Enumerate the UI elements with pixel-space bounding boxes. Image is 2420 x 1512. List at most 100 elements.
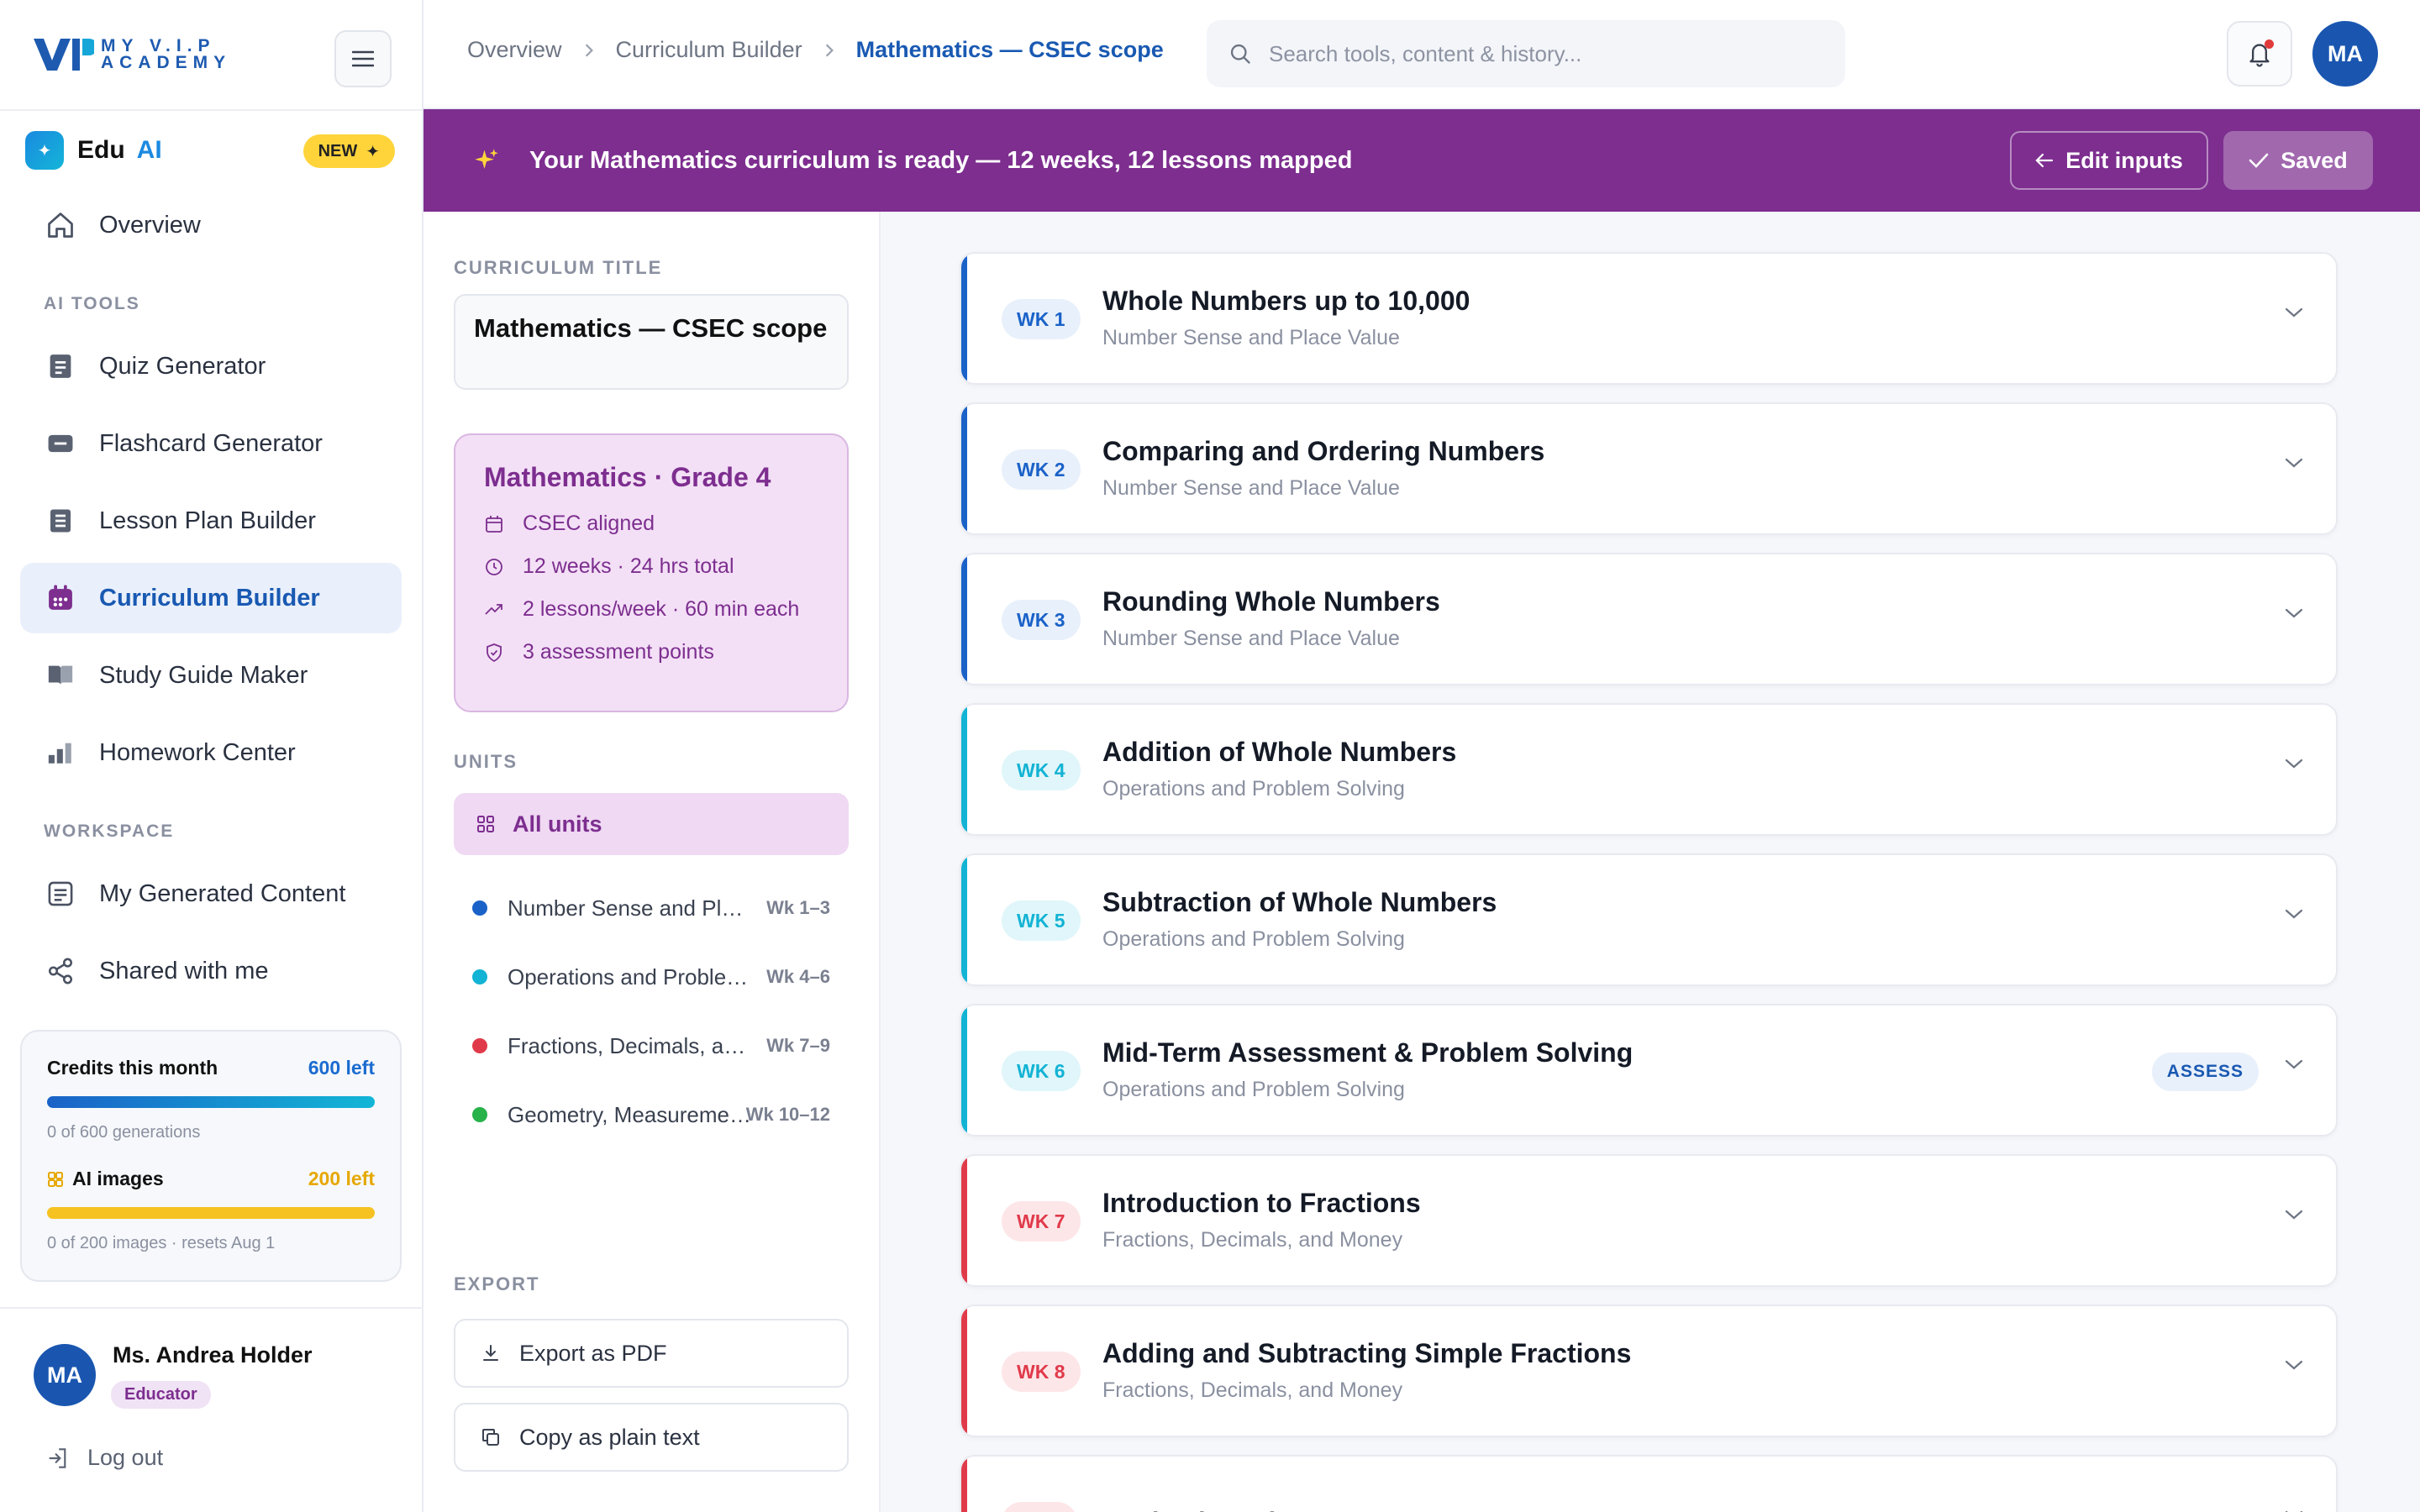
nav-homework-center[interactable]: Homework Center: [20, 717, 402, 788]
edit-inputs-button[interactable]: Edit inputs: [2010, 131, 2208, 190]
week-card[interactable]: WK 8 Adding and Subtracting Simple Fracti…: [960, 1305, 2338, 1437]
nav-my-generated-content[interactable]: My Generated Content: [20, 858, 402, 929]
logout-icon: [49, 1447, 66, 1468]
unit-weeks: Wk 4–6: [766, 966, 830, 987]
nav-quiz-generator[interactable]: Quiz Generator: [20, 331, 402, 402]
copy-text-button[interactable]: Copy as plain text: [454, 1403, 849, 1472]
notifications-button[interactable]: [2227, 21, 2292, 87]
nav-lesson-plan-builder[interactable]: Lesson Plan Builder: [20, 486, 402, 556]
curriculum-title-field[interactable]: Mathematics — CSEC scope: [454, 294, 849, 390]
week-card[interactable]: WK 7 Introduction to Fractions Fractions, …: [960, 1154, 2338, 1287]
unit-weeks: Wk 7–9: [766, 1035, 830, 1056]
ai-images-title-row: AI images: [47, 1168, 164, 1190]
nav-study-guide-label: Study Guide Maker: [99, 661, 308, 689]
week-card[interactable]: Decimals and Money: [960, 1455, 2338, 1512]
chevron-right-icon: [585, 43, 593, 57]
ai-images-left: 200 left: [308, 1168, 375, 1189]
credits-left: 600 left: [308, 1057, 375, 1079]
eduai-header[interactable]: ✦ Edu AI NEW ✦: [25, 131, 395, 170]
chevron-down-icon: [2285, 458, 2303, 468]
week-badge: WK 5: [1002, 900, 1081, 941]
week-card[interactable]: WK 2 Comparing and Ordering Numbers Number…: [960, 402, 2338, 535]
nav-overview-label: Overview: [99, 211, 201, 239]
week-accent-bar: [961, 554, 967, 684]
flashcard-icon: [44, 427, 77, 460]
expand-toggle[interactable]: [2284, 456, 2304, 470]
logo-row: MY V.I.P ACADEMY: [0, 0, 422, 111]
search-input[interactable]: [1269, 40, 1807, 67]
week-unit: Fractions, Decimals, and Money: [1102, 1228, 1403, 1252]
hamburger-icon: [352, 50, 374, 67]
saved-button[interactable]: Saved: [2223, 131, 2373, 190]
nav-generated-content-label: My Generated Content: [99, 879, 346, 907]
week-accent-bar: [961, 404, 967, 533]
unit-color-dot: [472, 900, 487, 916]
assess-badge: ASSESS: [2151, 1053, 2259, 1091]
week-card[interactable]: WK 1 Whole Numbers up to 10,000 Number Sen…: [960, 252, 2338, 385]
grid-icon: [48, 1171, 63, 1187]
workspace-label: WORKSPACE: [44, 822, 175, 841]
week-card[interactable]: WK 4 Addition of Whole Numbers Operations …: [960, 703, 2338, 836]
vip-logo-icon: [34, 39, 94, 71]
breadcrumb-overview[interactable]: Overview: [467, 37, 562, 63]
nav-shared-with-me[interactable]: Shared with me: [20, 936, 402, 1006]
ai-images-sub: 0 of 200 images · resets Aug 1: [47, 1234, 276, 1252]
week-card[interactable]: WK 6 Mid-Term Assessment & Problem Solvin…: [960, 1004, 2338, 1137]
lesson-plan-icon: [44, 504, 77, 538]
brand-line-2: ACADEMY: [101, 53, 232, 72]
nav-flashcard-generator[interactable]: Flashcard Generator: [20, 408, 402, 479]
breadcrumb-curriculum-builder[interactable]: Curriculum Builder: [616, 37, 802, 63]
export-pdf-button[interactable]: Export as PDF: [454, 1319, 849, 1388]
expand-toggle[interactable]: [2284, 1509, 2304, 1512]
user-avatar[interactable]: MA: [34, 1344, 96, 1406]
week-accent-bar: [961, 855, 967, 984]
divider: [0, 1307, 424, 1309]
expand-toggle[interactable]: [2284, 306, 2304, 319]
expand-toggle[interactable]: [2284, 757, 2304, 770]
brand-logo[interactable]: MY V.I.P ACADEMY: [32, 35, 231, 74]
expand-toggle[interactable]: [2284, 1358, 2304, 1372]
all-units-label: All units: [513, 811, 602, 837]
week-card[interactable]: WK 5 Subtraction of Whole Numbers Operatio…: [960, 853, 2338, 986]
search-bar[interactable]: [1207, 20, 1845, 87]
week-accent-bar: [961, 254, 967, 383]
week-title: Mid-Term Assessment & Problem Solving: [1102, 1037, 1634, 1068]
all-units-filter[interactable]: All units: [454, 793, 849, 855]
week-accent-bar: [961, 1005, 967, 1135]
menu-toggle-button[interactable]: [334, 30, 392, 87]
credits-sub: 0 of 600 generations: [47, 1123, 201, 1142]
unit-name: Number Sense and Place Value: [508, 895, 751, 921]
check-icon: [2249, 153, 2269, 168]
top-user-avatar[interactable]: MA: [2312, 21, 2378, 87]
week-badge: WK 4: [1002, 750, 1081, 790]
week-title: Whole Numbers up to 10,000: [1102, 286, 1470, 316]
edit-inputs-label: Edit inputs: [2065, 147, 2183, 173]
shield-check-icon: [487, 643, 502, 662]
unit-filter-item[interactable]: Operations and Problem Solving Wk 4–6: [454, 956, 849, 998]
nav-study-guide-maker[interactable]: Study Guide Maker: [20, 640, 402, 711]
week-card[interactable]: WK 3 Rounding Whole Numbers Number Sense a…: [960, 553, 2338, 685]
expand-toggle[interactable]: [2284, 1058, 2304, 1071]
week-title: Decimals and Money: [1102, 1507, 1369, 1512]
export-label: EXPORT: [454, 1273, 540, 1294]
expand-toggle[interactable]: [2284, 1208, 2304, 1221]
expand-toggle[interactable]: [2284, 907, 2304, 921]
unit-filter-item[interactable]: Fractions, Decimals, and Money Wk 7–9: [454, 1025, 849, 1067]
nav-curriculum-builder[interactable]: Curriculum Builder: [20, 563, 402, 633]
grade-row-lessons-text: 2 lessons/week · 60 min each: [523, 597, 800, 621]
ready-banner: Your Mathematics curriculum is ready — 1…: [424, 109, 2420, 212]
logout-label: Log out: [87, 1445, 164, 1470]
week-badge: [1002, 1502, 1077, 1512]
unit-filter-item[interactable]: Number Sense and Place Value Wk 1–3: [454, 887, 849, 929]
unit-filter-item[interactable]: Geometry, Measurement and DataWk 10–12: [454, 1094, 849, 1136]
nav-overview[interactable]: Overview: [20, 190, 402, 260]
week-badge: WK 1: [1002, 299, 1081, 339]
document-icon: [44, 877, 77, 911]
logout-button[interactable]: Log out: [47, 1445, 163, 1471]
week-badge: WK 7: [1002, 1201, 1081, 1242]
expand-toggle[interactable]: [2284, 606, 2304, 620]
eduai-ai-label: AI: [136, 136, 162, 164]
copy-text-label: Copy as plain text: [519, 1424, 700, 1450]
nav-flashcard-label: Flashcard Generator: [99, 429, 323, 457]
week-title: Subtraction of Whole Numbers: [1102, 887, 1497, 917]
